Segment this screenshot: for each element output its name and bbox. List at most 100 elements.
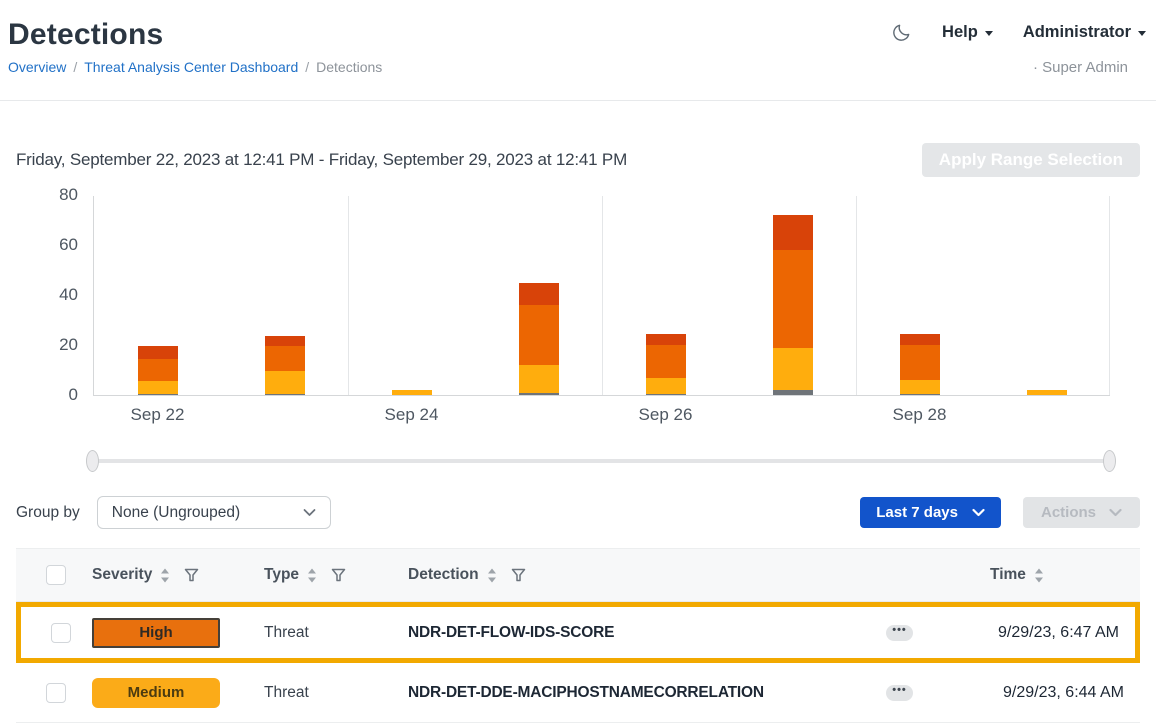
bar-segment-red-orange [519, 283, 559, 306]
main-content: Friday, September 22, 2023 at 12:41 PM -… [0, 143, 1156, 723]
stacked-bar-sep-29[interactable] [1027, 390, 1067, 395]
time-range-button[interactable]: Last 7 days [860, 497, 1001, 528]
sort-icon[interactable] [1034, 568, 1044, 583]
x-axis-tick: Sep 26 [639, 405, 693, 425]
table-row[interactable]: Medium Threat NDR-DET-DDE-MACIPHOSTNAMEC… [16, 663, 1140, 723]
time-range-label: Last 7 days [876, 504, 958, 521]
user-menu-label: Administrator [1023, 23, 1131, 42]
bar-segment-red-orange [773, 215, 813, 250]
actions-button[interactable]: Actions [1023, 497, 1140, 528]
chevron-down-icon [1109, 508, 1122, 517]
table-actions: Last 7 days Actions [860, 497, 1140, 528]
detection-cell: NDR-DET-FLOW-IDS-SCORE [408, 624, 886, 642]
stacked-bar-sep-28[interactable] [900, 334, 940, 395]
bar-segment-orange [265, 346, 305, 371]
bar-segment-gray [900, 394, 940, 395]
user-menu[interactable]: Administrator [1023, 23, 1146, 42]
bar-segment-amber [646, 378, 686, 394]
stacked-bar-sep-23[interactable] [265, 336, 305, 395]
bar-segment-red-orange [900, 334, 940, 345]
group-by-control: Group by None (Ungrouped) [16, 496, 331, 529]
apply-range-selection-button[interactable]: Apply Range Selection [922, 143, 1140, 177]
chart-plot: Sep 22 Sep 24 Sep 26 Sep 28 [93, 196, 1110, 396]
filter-icon[interactable] [184, 568, 199, 582]
chevron-down-icon [985, 31, 993, 36]
sort-icon[interactable] [487, 568, 497, 583]
chart-slot-sep-25 [475, 196, 602, 395]
actions-label: Actions [1041, 504, 1096, 521]
column-label: Severity [92, 566, 152, 584]
y-axis-tick: 20 [16, 335, 78, 355]
breadcrumb-tac-dashboard[interactable]: Threat Analysis Center Dashboard [84, 59, 298, 75]
row-menu-button[interactable]: ••• [886, 685, 913, 701]
chart-slot-sep-26 [602, 196, 729, 395]
slider-handle-end[interactable] [1103, 450, 1116, 472]
stacked-bar-sep-22[interactable] [138, 346, 178, 395]
breadcrumb-overview[interactable]: Overview [8, 59, 66, 75]
select-all-checkbox[interactable] [46, 565, 66, 585]
table-row[interactable]: High Threat NDR-DET-FLOW-IDS-SCORE ••• 9… [16, 602, 1140, 663]
bar-segment-amber [392, 390, 432, 395]
bar-segment-amber [265, 371, 305, 394]
dark-mode-moon-icon[interactable] [891, 22, 912, 43]
bar-segment-red-orange [265, 336, 305, 346]
stacked-bar-sep-24[interactable] [392, 390, 432, 395]
y-axis-tick: 80 [16, 185, 78, 205]
bar-segment-gray [519, 393, 559, 396]
y-axis-tick: 40 [16, 285, 78, 305]
slider-handle-start[interactable] [86, 450, 99, 472]
sort-icon[interactable] [307, 568, 317, 583]
bar-segment-orange [138, 359, 178, 382]
type-cell: Threat [264, 624, 408, 642]
help-menu[interactable]: Help [942, 23, 993, 42]
row-menu-button[interactable]: ••• [886, 625, 913, 641]
filter-icon[interactable] [511, 568, 526, 582]
column-label: Type [264, 566, 299, 584]
bar-segment-amber [900, 380, 940, 394]
group-by-select[interactable]: None (Ungrouped) [97, 496, 331, 529]
chart-slot-sep-22 [94, 196, 221, 395]
bar-segment-orange [519, 305, 559, 365]
breadcrumb-current: Detections [316, 59, 382, 75]
chevron-down-icon [972, 508, 985, 517]
x-axis-tick: Sep 22 [131, 405, 185, 425]
breadcrumb-separator: / [305, 59, 309, 75]
bar-segment-red-orange [138, 346, 178, 359]
row-checkbox[interactable] [46, 683, 66, 703]
column-header-detection: Detection [408, 566, 886, 584]
x-axis-tick: Sep 24 [385, 405, 439, 425]
column-header-type: Type [264, 566, 408, 584]
detections-table: Severity Type Detection Time [16, 548, 1140, 723]
chart-slot-sep-28 [856, 196, 983, 395]
gridline [856, 196, 857, 395]
chart-range-slider [86, 450, 1116, 472]
controls-row: Group by None (Ungrouped) Last 7 days Ac… [16, 496, 1140, 529]
header-menu: Help Administrator [891, 22, 1146, 43]
slider-track[interactable] [92, 459, 1110, 463]
stacked-bar-sep-26[interactable] [646, 334, 686, 395]
stacked-bar-sep-27[interactable] [773, 215, 813, 395]
time-cell: 9/29/23, 6:47 AM [950, 624, 1135, 642]
date-range-text: Friday, September 22, 2023 at 12:41 PM -… [16, 150, 627, 170]
detections-chart: 80 60 40 20 0 Sep 22 Sep 24 Sep 26 Sep 2… [16, 196, 1140, 428]
column-label: Detection [408, 566, 479, 584]
ellipsis-icon: ••• [892, 625, 907, 636]
stacked-bar-sep-25[interactable] [519, 283, 559, 396]
y-axis-tick: 0 [16, 385, 78, 405]
date-range-row: Friday, September 22, 2023 at 12:41 PM -… [16, 143, 1140, 177]
bar-segment-orange [773, 250, 813, 348]
severity-badge: High [92, 618, 220, 648]
time-cell: 9/29/23, 6:44 AM [950, 684, 1140, 702]
bar-segment-amber [1027, 390, 1067, 395]
filter-icon[interactable] [331, 568, 346, 582]
bar-segment-gray [138, 394, 178, 395]
group-by-label: Group by [16, 504, 80, 522]
user-role-label: · Super Admin [1033, 59, 1128, 76]
type-cell: Threat [264, 684, 408, 702]
x-axis-tick: Sep 28 [893, 405, 947, 425]
row-checkbox[interactable] [51, 623, 71, 643]
chart-slot-sep-29 [983, 196, 1110, 395]
chevron-down-icon [303, 508, 316, 517]
table-header-row: Severity Type Detection Time [16, 548, 1140, 602]
sort-icon[interactable] [160, 568, 170, 583]
